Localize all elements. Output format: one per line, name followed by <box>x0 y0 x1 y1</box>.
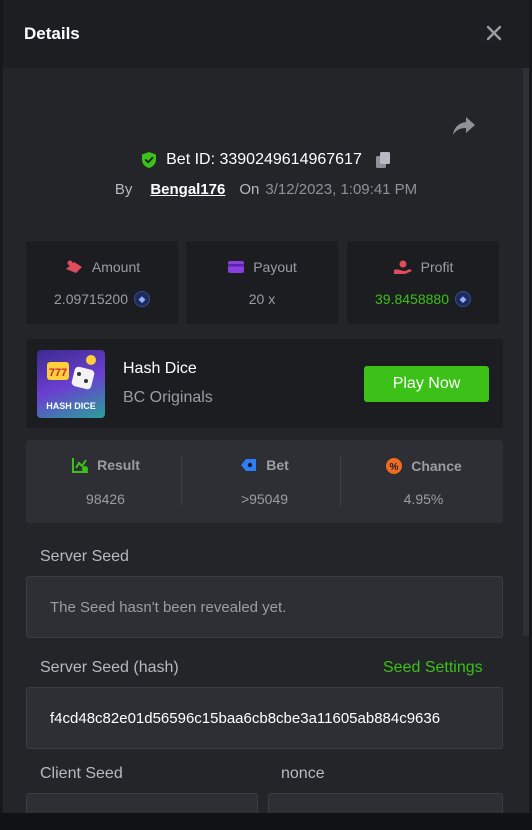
bet-label: Bet <box>266 457 289 473</box>
profit-card: Profit 39.8458880 ◆ <box>347 241 499 324</box>
amount-value: 2.09715200 <box>54 291 128 307</box>
divider <box>340 456 341 506</box>
game-provider: BC Originals <box>123 389 213 406</box>
dice-icon: 777 <box>47 355 96 390</box>
by-label: By <box>114 180 133 198</box>
payout-card: Payout 20 x <box>186 241 338 324</box>
nonce-field[interactable] <box>268 793 503 813</box>
svg-text:777: 777 <box>49 367 67 379</box>
nonce-label: nonce <box>281 765 325 782</box>
result-label: Result <box>97 457 140 473</box>
chance-label: Chance <box>411 458 462 474</box>
bet-id-row: Bet ID: 3390249614967617 <box>3 148 529 172</box>
chance-column: % Chance 4.95% <box>344 440 503 523</box>
client-seed-label: Client Seed <box>40 765 123 782</box>
on-label: On <box>239 180 260 198</box>
modal-title: Details <box>24 24 80 43</box>
play-now-button[interactable]: Play Now <box>364 366 489 402</box>
chance-value: 4.95% <box>403 491 444 507</box>
copy-icon[interactable] <box>374 151 392 169</box>
bet-date: 3/12/2023, 1:09:41 PM <box>265 180 418 198</box>
page-background-strip <box>0 813 532 830</box>
amount-label: Amount <box>91 259 141 275</box>
result-column: Result 98426 <box>26 440 185 523</box>
profit-icon <box>393 260 412 274</box>
coin-icon: ◆ <box>133 291 150 307</box>
server-seed-hash-field[interactable]: f4cd48c82e01d56596c15baa6cb8cbe3a11605ab… <box>26 687 503 749</box>
payout-icon <box>228 261 245 273</box>
result-panel: Result 98426 Bet >95049 % Chance 4.95% <box>26 440 503 523</box>
divider <box>181 456 182 506</box>
bet-author-row: By Bengal176 On 3/12/2023, 1:09:41 PM <box>3 178 529 200</box>
server-seed-label: Server Seed <box>40 548 129 565</box>
share-icon[interactable] <box>451 114 477 138</box>
chance-icon: % <box>386 458 403 474</box>
username-link[interactable]: Bengal176 <box>150 181 225 198</box>
svg-text:%: % <box>390 462 399 473</box>
profit-value: 39.8458880 <box>375 291 449 307</box>
result-icon <box>72 458 89 473</box>
bet-id-text: Bet ID: 3390249614967617 <box>166 151 362 168</box>
coin-icon: ◆ <box>454 291 471 307</box>
game-thumbnail[interactable]: 777 HASH DICE <box>37 350 105 418</box>
payout-label: Payout <box>253 259 297 275</box>
shield-check-icon <box>142 152 157 168</box>
game-name: Hash Dice <box>123 360 197 377</box>
amount-card: Amount 2.09715200 ◆ <box>26 241 178 324</box>
server-seed-field[interactable]: The Seed hasn't been revealed yet. <box>26 576 503 638</box>
profit-label: Profit <box>420 259 454 275</box>
client-seed-field[interactable] <box>26 793 258 813</box>
server-seed-value: The Seed hasn't been revealed yet. <box>50 598 287 616</box>
payout-value: 20 x <box>248 291 276 307</box>
amount-icon <box>65 260 82 273</box>
modal-header: Details <box>3 0 529 68</box>
bet-icon <box>241 459 257 471</box>
game-card: 777 HASH DICE Hash Dice BC Originals Pla… <box>26 339 503 428</box>
server-seed-hash-label: Server Seed (hash) <box>40 659 179 676</box>
bet-column: Bet >95049 <box>185 440 344 523</box>
close-icon[interactable] <box>483 22 505 44</box>
game-thumb-text: HASH DICE <box>46 401 96 411</box>
seed-settings-link[interactable]: Seed Settings <box>383 659 483 677</box>
result-value: 98426 <box>86 491 125 507</box>
bet-details-modal: Details Bet ID: 3390249614967617 By Beng… <box>3 0 529 813</box>
bet-value: >95049 <box>240 491 289 507</box>
server-seed-hash-value: f4cd48c82e01d56596c15baa6cb8cbe3a11605ab… <box>50 709 441 727</box>
